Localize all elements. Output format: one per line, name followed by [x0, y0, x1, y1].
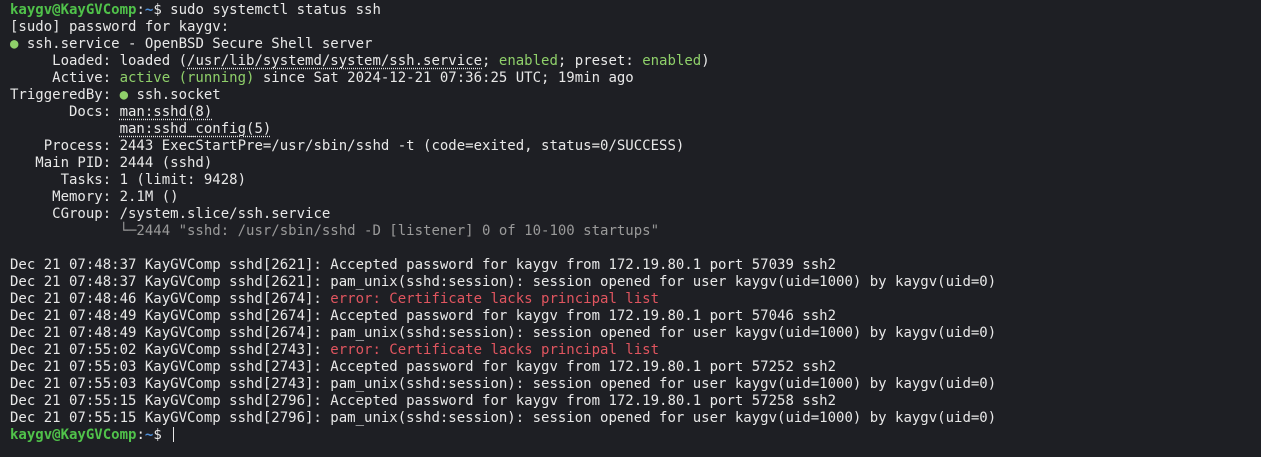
docs-line-2: man:sshd_config(5): [10, 121, 1261, 138]
prompt-user-host: kaygv@KayGVComp: [10, 427, 137, 443]
journal-log: Dec 21 07:48:37 KayGVComp sshd[2621]: Ac…: [10, 257, 1261, 427]
log-message: pam_unix(sshd:session): session opened f…: [330, 376, 997, 392]
log-prefix: Dec 21 07:48:49 KayGVComp sshd[2674]:: [10, 325, 331, 341]
main-pid-line: Main PID: 2444 (sshd): [10, 155, 213, 171]
log-message: pam_unix(sshd:session): session opened f…: [330, 325, 997, 341]
doc-link-sshd: man:sshd(8): [119, 104, 213, 120]
log-message: Accepted password for kaygv from 172.19.…: [330, 257, 837, 273]
unit-title-line: ● ssh.service - OpenBSD Secure Shell ser…: [10, 36, 1261, 53]
log-prefix: Dec 21 07:55:15 KayGVComp sshd[2796]:: [10, 393, 331, 409]
prompt-line-command: kaygv@KayGVComp:~$ sudo systemctl status…: [10, 2, 381, 18]
log-message: Accepted password for kaygv from 172.19.…: [330, 308, 837, 324]
command-text: sudo systemctl status ssh: [170, 2, 381, 18]
cgroup-tree: └─2444 "sshd: /usr/sbin/sshd -D [listene…: [119, 223, 660, 239]
unit-file-path: /usr/lib/systemd/system/ssh.service: [187, 53, 483, 69]
log-prefix: Dec 21 07:48:37 KayGVComp sshd[2621]:: [10, 274, 331, 290]
loaded-line: Loaded: loaded (/usr/lib/systemd/system/…: [10, 53, 710, 69]
log-line: Dec 21 07:48:49 KayGVComp sshd[2674]: Ac…: [10, 308, 1261, 325]
triggered-by-line: TriggeredBy: ● ssh.socket: [10, 87, 221, 103]
prompt-line-current[interactable]: kaygv@KayGVComp:~$: [10, 427, 1261, 444]
log-error-message: error: Certificate lacks principal list: [330, 291, 660, 307]
prompt-user-host: kaygv@KayGVComp: [10, 2, 137, 18]
log-prefix: Dec 21 07:55:02 KayGVComp sshd[2743]:: [10, 342, 331, 358]
memory-line: Memory: 2.1M (): [10, 189, 179, 205]
log-message: pam_unix(sshd:session): session opened f…: [330, 410, 997, 426]
log-error-message: error: Certificate lacks principal list: [330, 342, 660, 358]
socket-dot-icon: ●: [119, 87, 129, 103]
preset-status: enabled: [642, 53, 702, 69]
unit-title: ssh.service - OpenBSD Secure Shell serve…: [18, 36, 373, 52]
log-line: Dec 21 07:55:03 KayGVComp sshd[2743]: Ac…: [10, 359, 1261, 376]
log-message: Accepted password for kaygv from 172.19.…: [330, 359, 837, 375]
tasks-line: Tasks: 1 (limit: 9428): [10, 172, 247, 188]
docs-line: Docs: man:sshd(8): [10, 104, 213, 120]
process-line: Process: 2443 ExecStartPre=/usr/sbin/ssh…: [10, 138, 685, 154]
log-message: pam_unix(sshd:session): session opened f…: [330, 274, 997, 290]
active-state: active (running): [119, 70, 255, 86]
log-line: Dec 21 07:48:37 KayGVComp sshd[2621]: Ac…: [10, 257, 1261, 274]
log-line: Dec 21 07:55:15 KayGVComp sshd[2796]: Ac…: [10, 393, 1261, 410]
active-line: Active: active (running) since Sat 2024-…: [10, 70, 634, 86]
cgroup-line: CGroup: /system.slice/ssh.service: [10, 206, 331, 222]
cgroup-tree-line: └─2444 "sshd: /usr/sbin/sshd -D [listene…: [10, 223, 1261, 240]
log-prefix: Dec 21 07:55:03 KayGVComp sshd[2743]:: [10, 376, 331, 392]
log-line: Dec 21 07:48:37 KayGVComp sshd[2621]: pa…: [10, 274, 1261, 291]
log-line: Dec 21 07:48:46 KayGVComp sshd[2674]: er…: [10, 291, 1261, 308]
log-line: Dec 21 07:55:02 KayGVComp sshd[2743]: er…: [10, 342, 1261, 359]
log-prefix: Dec 21 07:48:46 KayGVComp sshd[2674]:: [10, 291, 331, 307]
terminal-window[interactable]: kaygv@KayGVComp:~$ sudo systemctl status…: [0, 0, 1261, 457]
log-line: Dec 21 07:55:03 KayGVComp sshd[2743]: pa…: [10, 376, 1261, 393]
doc-link-sshd-config: man:sshd_config(5): [119, 121, 272, 137]
text-cursor: [173, 427, 175, 442]
log-prefix: Dec 21 07:48:37 KayGVComp sshd[2621]:: [10, 257, 331, 273]
log-prefix: Dec 21 07:55:15 KayGVComp sshd[2796]:: [10, 410, 331, 426]
log-prefix: Dec 21 07:55:03 KayGVComp sshd[2743]:: [10, 359, 331, 375]
log-line: Dec 21 07:48:49 KayGVComp sshd[2674]: pa…: [10, 325, 1261, 342]
log-line: Dec 21 07:55:15 KayGVComp sshd[2796]: pa…: [10, 410, 1261, 427]
sudo-password-prompt: [sudo] password for kaygv:: [10, 19, 230, 35]
log-message: Accepted password for kaygv from 172.19.…: [330, 393, 837, 409]
log-prefix: Dec 21 07:48:49 KayGVComp sshd[2674]:: [10, 308, 331, 324]
enabled-status: enabled: [498, 53, 558, 69]
